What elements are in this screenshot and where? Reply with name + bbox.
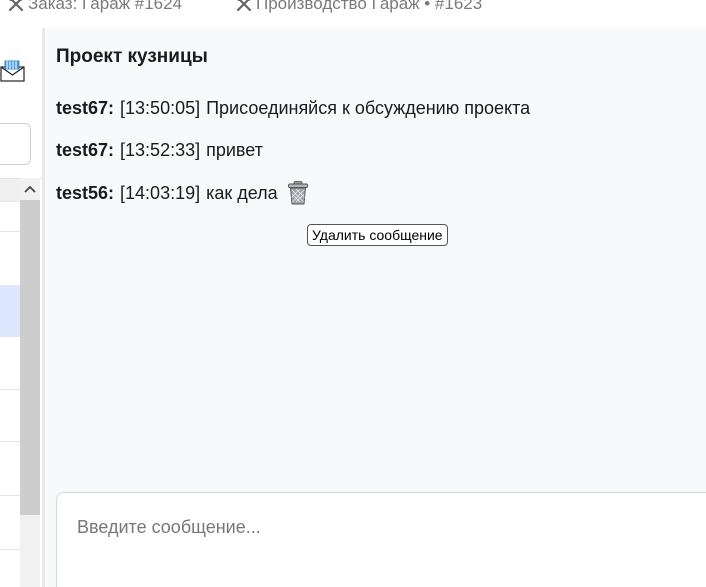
chat-list-scrollbar[interactable]: [20, 178, 40, 587]
message-time: [13:52:33]: [120, 140, 201, 160]
list-item[interactable]: [0, 549, 20, 550]
tab-label: Производство Гараж • #1623: [256, 0, 483, 13]
sidebar-search-input[interactable]: [0, 123, 31, 165]
chat-message: test67: [13:52:33] привет: [56, 140, 263, 161]
tab-production-garage-1623[interactable]: Производство Гараж • #1623: [236, 0, 482, 14]
scroll-up-button[interactable]: [20, 178, 40, 200]
tab-label: Заказ: Гараж #1624: [28, 0, 183, 13]
tab-bar: Заказ: Гараж #1624 Производство Гараж • …: [0, 0, 706, 29]
message-author: test67:: [56, 98, 115, 118]
trash-icon[interactable]: [287, 181, 309, 205]
list-header: [0, 179, 20, 202]
tools-icon: [236, 0, 252, 12]
list-item[interactable]: [0, 231, 20, 232]
chevron-up-icon: [24, 185, 36, 193]
chat-message: test56: [14:03:19] как дела: [56, 181, 309, 205]
list-item[interactable]: [0, 495, 20, 496]
message-time: [14:03:19]: [120, 182, 201, 203]
list-item[interactable]: [0, 389, 20, 390]
sidebar: [0, 28, 42, 587]
chat-message: test67: [13:50:05] Присоединяйся к обсуж…: [56, 98, 530, 119]
message-text: как дела: [206, 182, 278, 203]
mail-icon[interactable]: [0, 60, 26, 82]
message-time: [13:50:05]: [120, 98, 201, 118]
message-text: привет: [206, 140, 263, 160]
message-author: test67:: [56, 140, 115, 160]
app-window: Заказ: Гараж #1624 Производство Гараж • …: [0, 0, 706, 587]
list-item-selected[interactable]: [0, 285, 20, 337]
message-author: test56:: [56, 182, 115, 203]
message-text: Присоединяйся к обсуждению проекта: [206, 98, 531, 118]
tools-icon: [8, 0, 24, 12]
delete-message-tooltip: Удалить сообщение: [307, 224, 448, 246]
message-composer: [56, 492, 706, 587]
tab-order-garage-1624[interactable]: Заказ: Гараж #1624: [8, 0, 182, 14]
chat-title: Проект кузницы: [56, 46, 208, 67]
list-item[interactable]: [0, 441, 20, 442]
message-input[interactable]: [57, 493, 706, 587]
scroll-thumb[interactable]: [20, 200, 40, 515]
chat-panel: Проект кузницы test67: [13:50:05] Присое…: [45, 28, 706, 587]
